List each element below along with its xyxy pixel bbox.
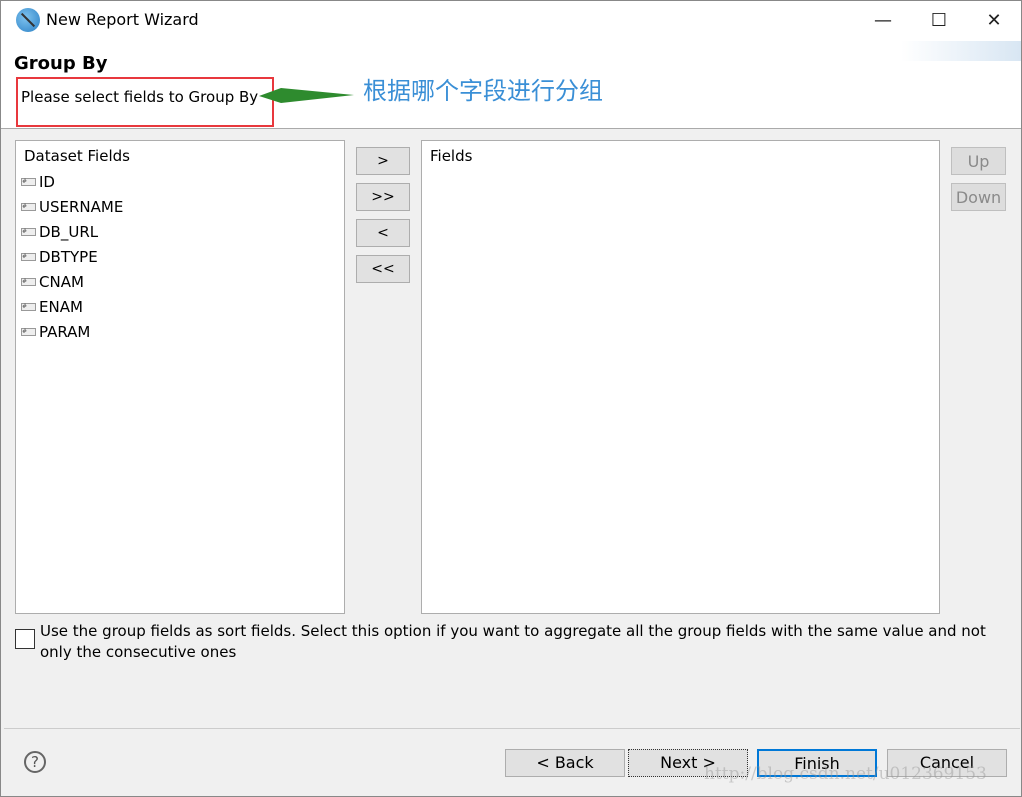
field-label: USERNAME (39, 198, 124, 216)
wizard-window: New Report Wizard — ☐ ✕ Group By Please … (0, 0, 1022, 797)
field-label: PARAM (39, 323, 91, 341)
remove-button[interactable]: < (356, 219, 410, 247)
list-item[interactable]: # ENAM (21, 296, 83, 318)
field-label: DB_URL (39, 223, 99, 241)
list-item[interactable]: # DB_URL (21, 221, 98, 243)
field-label: DBTYPE (39, 248, 98, 266)
header-banner (901, 41, 1021, 61)
sort-fields-checkbox[interactable] (15, 629, 35, 649)
window-title: New Report Wizard (46, 10, 199, 29)
list-item[interactable]: # CNAM (21, 271, 84, 293)
remove-all-button[interactable]: << (356, 255, 410, 283)
help-icon[interactable]: ? (24, 751, 46, 773)
group-fields-list[interactable]: Fields (421, 140, 940, 614)
add-button[interactable]: > (356, 147, 410, 175)
list-item[interactable]: # ID (21, 171, 55, 193)
title-bar: New Report Wizard — ☐ ✕ (1, 1, 1021, 41)
sort-fields-label: Use the group fields as sort fields. Sel… (40, 622, 986, 661)
field-icon: # (21, 228, 36, 236)
field-icon: # (21, 278, 36, 286)
field-icon: # (21, 203, 36, 211)
field-label: ENAM (39, 298, 83, 316)
list-item[interactable]: # DBTYPE (21, 246, 98, 268)
footer-divider (4, 728, 1020, 729)
page-title: Group By (14, 53, 108, 74)
back-button[interactable]: < Back (505, 749, 625, 777)
field-icon: # (21, 303, 36, 311)
page-description: Please select fields to Group By (21, 88, 259, 106)
list-item[interactable]: # USERNAME (21, 196, 123, 218)
annotation-arrow-icon (259, 88, 354, 103)
wizard-header: Group By Please select fields to Group B… (1, 41, 1021, 129)
field-label: CNAM (39, 273, 84, 291)
annotation-text: 根据哪个字段进行分组 (363, 77, 603, 105)
up-button[interactable]: Up (951, 147, 1006, 175)
eclipse-app-icon (16, 8, 40, 32)
dataset-fields-list[interactable]: Dataset Fields # ID # USERNAME # DB_URL # DB… (15, 140, 345, 614)
watermark: http://blog.csdn.net/u012369153 (704, 764, 987, 784)
close-button[interactable]: ✕ (974, 7, 1014, 35)
field-icon: # (21, 328, 36, 336)
field-icon: # (21, 178, 36, 186)
group-fields-heading: Fields (430, 147, 473, 165)
maximize-button[interactable]: ☐ (919, 7, 959, 35)
field-icon: # (21, 253, 36, 261)
down-button[interactable]: Down (951, 183, 1006, 211)
dataset-fields-heading: Dataset Fields (24, 147, 130, 165)
list-item[interactable]: # PARAM (21, 321, 90, 343)
minimize-button[interactable]: — (863, 7, 903, 35)
add-all-button[interactable]: >> (356, 183, 410, 211)
field-label: ID (39, 173, 55, 191)
